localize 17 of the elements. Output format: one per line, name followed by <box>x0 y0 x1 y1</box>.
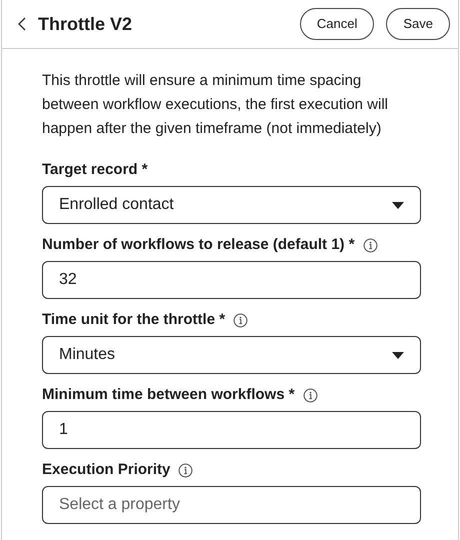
description-text: This throttle will ensure a minimum time spacing between workflow executions, the first execution will happen after the given timeframe (not immediately) <box>42 71 389 139</box>
page-title: Throttle V2 <box>38 12 132 36</box>
save-button[interactable]: Save <box>386 8 450 40</box>
caret-icon <box>392 352 404 358</box>
cancel-button[interactable]: Cancel <box>300 8 374 40</box>
dropdown-field[interactable]: Enrolled contact <box>42 186 421 224</box>
field-label: Time unit for the throttle * <box>42 310 226 330</box>
dropdown-field[interactable]: Minutes <box>42 336 421 374</box>
field-label: Execution Priority <box>42 460 170 480</box>
field-label: Minimum time between workflows * <box>42 384 295 405</box>
back-icon[interactable] <box>18 17 26 31</box>
caret-icon <box>392 202 404 208</box>
input-field[interactable]: 1 <box>42 411 421 449</box>
field-label: Target record * <box>42 160 148 180</box>
input-field[interactable]: Select a property <box>42 486 421 524</box>
field-label: Number of workflows to release (default 1) * <box>42 234 355 255</box>
input-field[interactable]: 32 <box>42 261 421 299</box>
